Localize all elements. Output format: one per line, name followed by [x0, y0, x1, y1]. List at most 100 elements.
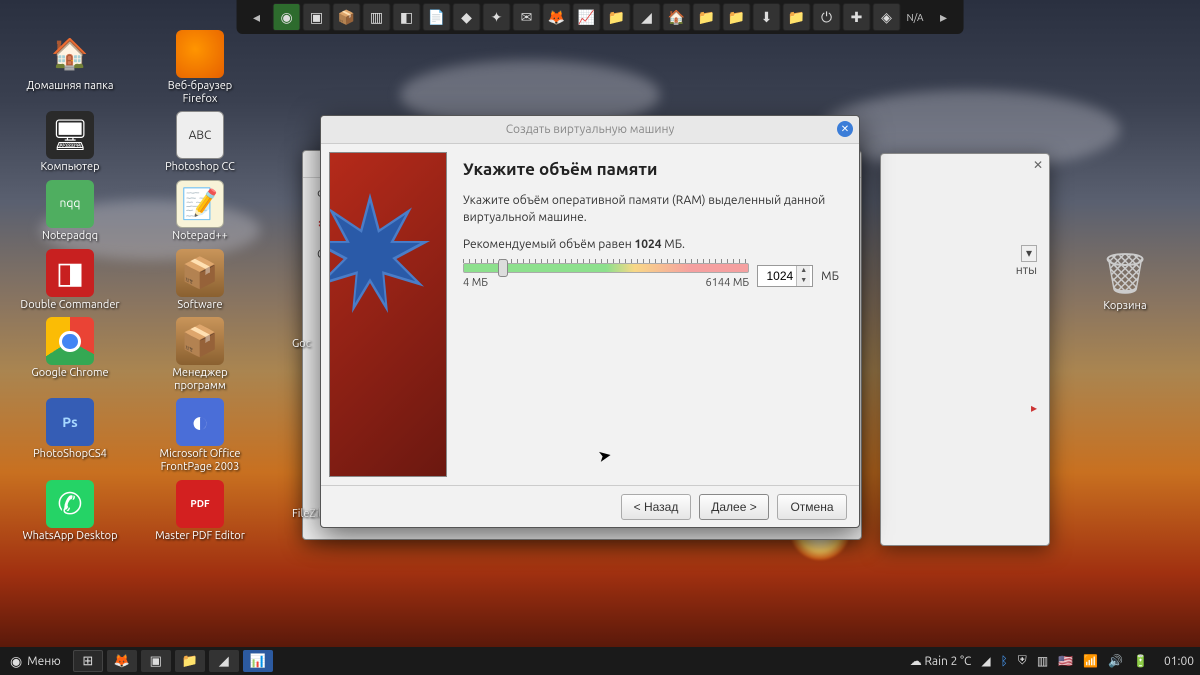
trash-icon[interactable]: 🗑 Корзина — [1080, 250, 1170, 312]
dock-home-icon[interactable]: 🏠 — [663, 3, 691, 31]
dialog-description: Укажите объём оперативной памяти (RAM) в… — [463, 193, 839, 227]
icon-label: Корзина — [1080, 300, 1170, 312]
frontpage-launcher[interactable]: ◐ Microsoft Office FrontPage 2003 — [150, 398, 250, 473]
marker-icon: ▸ — [1031, 401, 1037, 415]
dock-app-icon[interactable]: ◈ — [873, 3, 901, 31]
computer-icon[interactable]: 🖥 Компьютер — [20, 111, 120, 174]
dock-accessibility-icon[interactable]: ✚ — [843, 3, 871, 31]
dock-app-icon[interactable]: ◢ — [633, 3, 661, 31]
menu-button[interactable]: ◉ Меню — [0, 647, 71, 675]
dialog-titlebar[interactable]: Создать виртуальную машину ✕ — [321, 116, 859, 144]
notepadqq-launcher[interactable]: nqq Notepadqq — [20, 180, 120, 243]
icon-label: Notepadqq — [42, 230, 98, 243]
bg-window-titlebar: ✕ — [881, 154, 1049, 166]
create-vm-dialog: Создать виртуальную машину ✕ Укажите объ… — [320, 115, 860, 528]
network-icon[interactable]: 📶 — [1083, 654, 1098, 668]
dock-folder-icon[interactable]: 📁 — [603, 3, 631, 31]
dock-folder-icon[interactable]: 📁 — [783, 3, 811, 31]
dock-mint-icon[interactable]: ◉ — [273, 3, 301, 31]
spinner-down-icon[interactable]: ▼ — [797, 276, 810, 286]
frontpage-icon: ◐ — [176, 398, 224, 446]
weather-indicator[interactable]: ☁ Rain 2 °C — [910, 654, 972, 668]
system-tray: ☁ Rain 2 °C ◢ ᛒ ⛨ ▥ 🇺🇸 📶 🔊 🔋 — [900, 654, 1158, 668]
clock[interactable]: 01:00 — [1158, 655, 1200, 668]
dialog-title: Создать виртуальную машину — [506, 123, 675, 136]
firefox-launcher[interactable]: Веб-браузер Firefox — [150, 30, 250, 105]
whatsapp-launcher[interactable]: ✆ WhatsApp Desktop — [20, 480, 120, 543]
dock-package-icon[interactable]: 📦 — [333, 3, 361, 31]
slider-track[interactable] — [463, 263, 749, 273]
firefox-icon — [176, 30, 224, 78]
package-icon: 📦 — [176, 317, 224, 365]
volume-icon[interactable]: 🔊 — [1108, 654, 1123, 668]
icon-label: Master PDF Editor — [155, 530, 245, 543]
dock-download-icon[interactable]: ⬇ — [753, 3, 781, 31]
tray-app-icon[interactable]: ◢ — [981, 654, 990, 668]
dock-app-icon[interactable]: ✦ — [483, 3, 511, 31]
unit-label: МБ — [821, 270, 839, 283]
memory-spinner[interactable]: ▲ ▼ — [757, 265, 813, 287]
text-fragment: нты — [893, 264, 1037, 277]
spinner-up-icon[interactable]: ▲ — [797, 266, 810, 276]
battery-icon[interactable]: 🔋 — [1133, 654, 1148, 668]
icon-label: Software — [177, 299, 222, 312]
dialog-sidebar-image — [329, 152, 447, 477]
dock-app-icon[interactable]: ▥ — [363, 3, 391, 31]
icon-label: Microsoft Office FrontPage 2003 — [150, 448, 250, 473]
dock-app-icon[interactable]: ◧ — [393, 3, 421, 31]
keyboard-layout-indicator[interactable]: 🇺🇸 — [1058, 654, 1073, 668]
slider-thumb[interactable] — [498, 259, 508, 277]
double-commander-launcher[interactable]: ◨ Double Commander — [20, 249, 120, 312]
icon-label: WhatsApp Desktop — [22, 530, 117, 543]
memory-input[interactable] — [758, 269, 796, 283]
dock-na-label: N/A — [903, 3, 928, 31]
dock-collapse-left-icon[interactable]: ◂ — [243, 3, 271, 31]
dock-folder-icon[interactable]: 📁 — [723, 3, 751, 31]
chrome-launcher[interactable]: Google Chrome — [20, 317, 120, 392]
photoshop-icon: Ps — [46, 398, 94, 446]
home-folder-icon[interactable]: 🏠 Домашняя папка — [20, 30, 120, 105]
bottom-panel: ◉ Меню ⊞ 🦊 ▣ 📁 ◢ 📊 ☁ Rain 2 °C ◢ ᛒ ⛨ ▥ 🇺… — [0, 647, 1200, 675]
close-button[interactable]: ✕ — [837, 121, 853, 137]
dock-power-icon[interactable]: ⏻ — [813, 3, 841, 31]
dock-terminal-icon[interactable]: ▣ — [303, 3, 331, 31]
photoshop-cs4-launcher[interactable]: Ps PhotoShopCS4 — [20, 398, 120, 473]
dock-firefox-icon[interactable]: 🦊 — [543, 3, 571, 31]
taskbar-virtualbox-icon[interactable]: 📊 — [243, 650, 273, 672]
tray-indicator-icon[interactable]: ▥ — [1037, 654, 1048, 668]
monitor-icon: 🖥 — [46, 111, 94, 159]
taskbar-app-icon[interactable]: ◢ — [209, 650, 239, 672]
background-window-side[interactable]: ✕ ▾ нты ▸ — [880, 153, 1050, 546]
bluetooth-icon[interactable]: ᛒ — [1001, 655, 1008, 668]
taskbar-terminal-icon[interactable]: ▣ — [141, 650, 171, 672]
master-pdf-launcher[interactable]: PDF Master PDF Editor — [150, 480, 250, 543]
photoshop-cc-launcher[interactable]: ABC Photoshop CC — [150, 111, 250, 174]
menu-label: Меню — [27, 655, 61, 668]
close-icon[interactable]: ✕ — [1033, 158, 1043, 172]
dropdown-fragment[interactable]: ▾ — [893, 246, 1037, 260]
dock-collapse-right-icon[interactable]: ▸ — [929, 3, 957, 31]
notepadpp-launcher[interactable]: 📝 Notepad++ — [150, 180, 250, 243]
icon-label: Компьютер — [40, 161, 99, 174]
memory-slider[interactable]: 4 МБ 6144 МБ — [463, 263, 749, 289]
workspace-switcher[interactable]: ⊞ — [73, 650, 103, 672]
taskbar-firefox-icon[interactable]: 🦊 — [107, 650, 137, 672]
icon-label: Notepad++ — [172, 230, 228, 243]
dock-folder-icon[interactable]: 📁 — [693, 3, 721, 31]
mint-logo-icon: ◉ — [10, 653, 22, 670]
icon-label-fragment: Goc — [292, 338, 311, 350]
icon-label: Веб-браузер Firefox — [150, 80, 250, 105]
software-manager-launcher[interactable]: 📦 Менеджер программ — [150, 317, 250, 392]
dock-monitor-icon[interactable]: 📈 — [573, 3, 601, 31]
back-button[interactable]: < Назад — [621, 494, 691, 520]
dock-writer-icon[interactable]: 📄 — [423, 3, 451, 31]
trashcan-icon: 🗑 — [1080, 250, 1170, 297]
software-launcher[interactable]: 📦 Software — [150, 249, 250, 312]
cancel-button[interactable]: Отмена — [777, 494, 847, 520]
next-button[interactable]: Далее > — [699, 494, 769, 520]
shield-icon[interactable]: ⛨ — [1018, 654, 1027, 668]
taskbar-files-icon[interactable]: 📁 — [175, 650, 205, 672]
dock-mail-icon[interactable]: ✉ — [513, 3, 541, 31]
dock-app-icon[interactable]: ◆ — [453, 3, 481, 31]
notepadpp-icon: 📝 — [176, 180, 224, 228]
